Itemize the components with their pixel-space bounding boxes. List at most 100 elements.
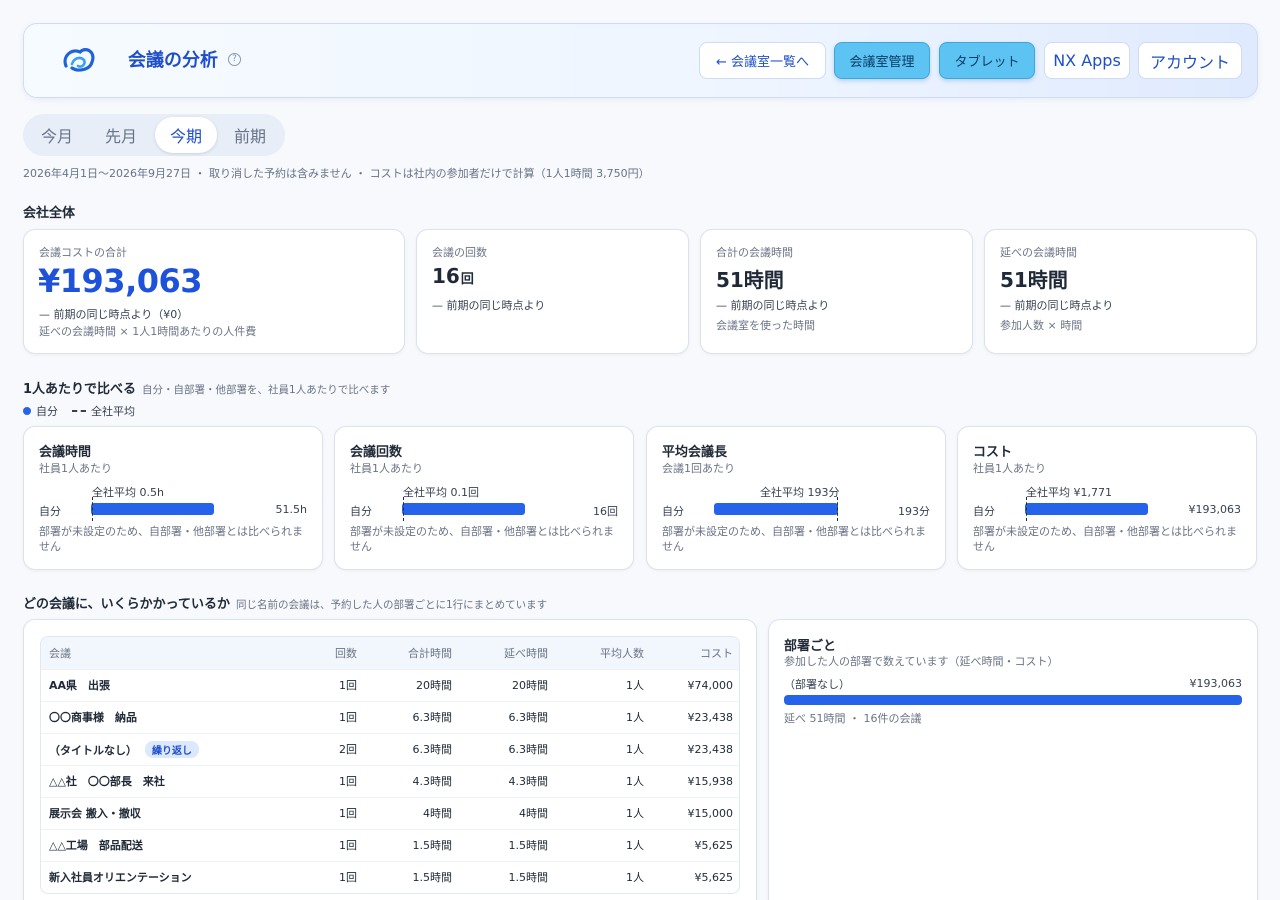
meeting-avg-people-cell: 1人 [556, 860, 652, 893]
company-avg-label: 全社平均 0.5h [92, 486, 164, 499]
col-header-person-time[interactable]: 延べ時間 [460, 637, 556, 669]
departments-card: 部署ごと 参加した人の部署で数えています（延べ時間・コスト） （部署なし） ¥1… [768, 619, 1258, 900]
total-time-card: 合計の会議時間 51時間 — 前期の同じ時点より 会議室を使った時間 [700, 229, 973, 354]
col-header-total-time[interactable]: 合計時間 [365, 637, 460, 669]
per-person-section-title: 1人あたりで比べる 自分・自部署・他部署を、社員1人あたりで比べます [23, 378, 390, 397]
tablet-button[interactable]: タブレット [939, 42, 1035, 79]
compare-note: 部署が未設定のため、自部署・他部署とは比べられません [662, 525, 926, 553]
total-cost-label: 会議コストの合計 [39, 246, 127, 259]
meeting-person-time-cell: 4時間 [460, 796, 556, 829]
total-time-compare: — 前期の同じ時点より [716, 299, 830, 312]
compare-title: コスト [973, 445, 1013, 460]
meeting-person-time-cell: 6.3時間 [460, 732, 556, 765]
departments-title: 部署ごと [784, 639, 837, 654]
help-icon[interactable]: ? [228, 53, 241, 66]
col-header-cost[interactable]: コスト [652, 637, 739, 669]
meeting-person-time-cell: 6.3時間 [460, 700, 556, 733]
compare-subtitle: 会議1回あたり [662, 462, 735, 475]
tab-last-term[interactable]: 前期 [219, 117, 281, 153]
departments-subtitle: 参加した人の部署で数えています（延べ時間・コスト） [784, 655, 1059, 668]
meeting-avg-people-cell: 1人 [556, 700, 652, 733]
total-cost-compare: — 前期の同じ時点より（¥0） [39, 308, 189, 321]
company-section-title: 会社全体 [23, 206, 76, 221]
meeting-cost-cell: ¥5,625 [652, 828, 739, 861]
back-to-rooms-button[interactable]: ← 会議室一覧へ [699, 42, 826, 79]
table-row[interactable]: 〇〇商事様 納品 1回 6.3時間 6.3時間 1人 ¥23,438 [41, 700, 739, 733]
table-row[interactable]: （タイトルなし） 繰り返し 2回 6.3時間 6.3時間 1人 ¥23,438 [41, 732, 739, 765]
meeting-avg-people-cell: 1人 [556, 764, 652, 797]
meeting-name-cell: △△工場 部品配送 [41, 828, 309, 861]
table-row[interactable]: 新入社員オリエンテーション 1回 1.5時間 1.5時間 1人 ¥5,625 [41, 860, 739, 893]
tab-this-month[interactable]: 今月 [26, 117, 88, 153]
avg-legend-swatch [72, 410, 86, 412]
meeting-count-value-wrap: 16回 [432, 264, 474, 288]
meeting-cost-cell: ¥74,000 [652, 668, 739, 701]
company-avg-label: 全社平均 0.1回 [403, 486, 479, 499]
meeting-person-time-cell: 1.5時間 [460, 828, 556, 861]
self-legend-label: 自分 [36, 405, 58, 418]
person-time-card: 延べの会議時間 51時間 — 前期の同じ時点より 参加人数 × 時間 [984, 229, 1257, 354]
company-avg-marker [1026, 497, 1027, 521]
nx-apps-button[interactable]: NX Apps [1044, 42, 1130, 79]
meeting-count-cell: 1回 [309, 764, 365, 797]
meeting-count-compare: — 前期の同じ時点より [432, 299, 546, 312]
meeting-count-cell: 1回 [309, 828, 365, 861]
meeting-person-time-cell: 1.5時間 [460, 860, 556, 893]
meeting-total-time-cell: 1.5時間 [365, 828, 460, 861]
meetings-table: 会議 回数 合計時間 延べ時間 平均人数 コスト AA県 出張 1回 20時間 20時… [41, 637, 739, 893]
tab-last-month[interactable]: 先月 [90, 117, 152, 153]
meeting-name: AA県 出張 [49, 679, 111, 692]
department-name: （部署なし） [784, 678, 850, 691]
meeting-name-cell: 展示会 搬入・撤収 [41, 796, 309, 829]
app-logo-icon[interactable] [60, 42, 98, 76]
meeting-count-cell: 1回 [309, 700, 365, 733]
meeting-cost-cell: ¥5,625 [652, 860, 739, 893]
meeting-cost-cell: ¥15,938 [652, 764, 739, 797]
col-header-name[interactable]: 会議 [41, 637, 309, 669]
tab-this-term[interactable]: 今期 [155, 117, 217, 153]
avg-legend-label: 全社平均 [91, 405, 135, 418]
room-manage-button[interactable]: 会議室管理 [834, 42, 930, 79]
table-row[interactable]: △△工場 部品配送 1回 1.5時間 1.5時間 1人 ¥5,625 [41, 828, 739, 861]
meetings-subtitle: 同じ名前の会議は、予約した人の部署ごとに1行にまとめています [235, 599, 548, 611]
self-label: 自分 [973, 505, 995, 518]
table-row[interactable]: 展示会 搬入・撤収 1回 4時間 4時間 1人 ¥15,000 [41, 796, 739, 829]
self-legend-swatch [23, 407, 31, 415]
meeting-cost-cell: ¥15,000 [652, 796, 739, 829]
account-button[interactable]: アカウント [1138, 42, 1242, 79]
meeting-count-cell: 1回 [309, 860, 365, 893]
page-title: 会議の分析 [128, 50, 218, 71]
app-header: 会議の分析 ? ← 会議室一覧へ 会議室管理 タブレット NX Apps アカウ… [23, 23, 1258, 98]
company-avg-marker [92, 497, 93, 521]
person-time-compare: — 前期の同じ時点より [1000, 299, 1114, 312]
compare-note: 部署が未設定のため、自部署・他部署とは比べられません [973, 525, 1237, 553]
compare-subtitle: 社員1人あたり [350, 462, 423, 475]
total-cost-formula: 延べの会議時間 × 1人1時間あたりの人件費 [39, 325, 257, 338]
table-row[interactable]: △△社 〇〇部長 来社 1回 4.3時間 4.3時間 1人 ¥15,938 [41, 764, 739, 797]
meeting-name: △△社 〇〇部長 来社 [49, 775, 165, 788]
meeting-cost-cell: ¥23,438 [652, 700, 739, 733]
meeting-count-unit: 回 [460, 272, 474, 287]
col-header-count[interactable]: 回数 [309, 637, 365, 669]
meeting-total-time-cell: 4時間 [365, 796, 460, 829]
table-row[interactable]: AA県 出張 1回 20時間 20時間 1人 ¥74,000 [41, 668, 739, 701]
self-label: 自分 [350, 505, 372, 518]
col-header-avg-people[interactable]: 平均人数 [556, 637, 652, 669]
meeting-name: 展示会 搬入・撤収 [49, 807, 141, 820]
meetings-section-title: どの会議に、いくらかかっているか 同じ名前の会議は、予約した人の部署ごとに1行にま… [23, 593, 547, 612]
meetings-title: どの会議に、いくらかかっているか [23, 597, 230, 612]
compare-card-meeting-time: 会議時間 社員1人あたり 全社平均 0.5h 自分 51.5h 部署が未設定のため、自部署… [23, 426, 323, 570]
meeting-total-time-cell: 1.5時間 [365, 860, 460, 893]
total-time-desc: 会議室を使った時間 [716, 319, 815, 332]
meetings-table-wrap: 会議 回数 合計時間 延べ時間 平均人数 コスト AA県 出張 1回 20時間 20時… [40, 636, 740, 894]
meeting-count-cell: 1回 [309, 796, 365, 829]
meeting-name: 〇〇商事様 納品 [49, 711, 137, 724]
total-time-value: 51時間 [716, 268, 784, 292]
meeting-name: 新入社員オリエンテーション [49, 871, 192, 885]
compare-note: 部署が未設定のため、自部署・他部署とは比べられません [39, 525, 303, 553]
total-cost-card: 会議コストの合計 ¥193,063 — 前期の同じ時点より（¥0） 延べの会議時… [23, 229, 405, 354]
meeting-total-time-cell: 6.3時間 [365, 700, 460, 733]
compare-card-avg-length: 平均会議長 会議1回あたり 全社平均 193分 自分 193分 部署が未設定のため、自部署… [646, 426, 946, 570]
meeting-avg-people-cell: 1人 [556, 796, 652, 829]
compare-subtitle: 社員1人あたり [973, 462, 1046, 475]
